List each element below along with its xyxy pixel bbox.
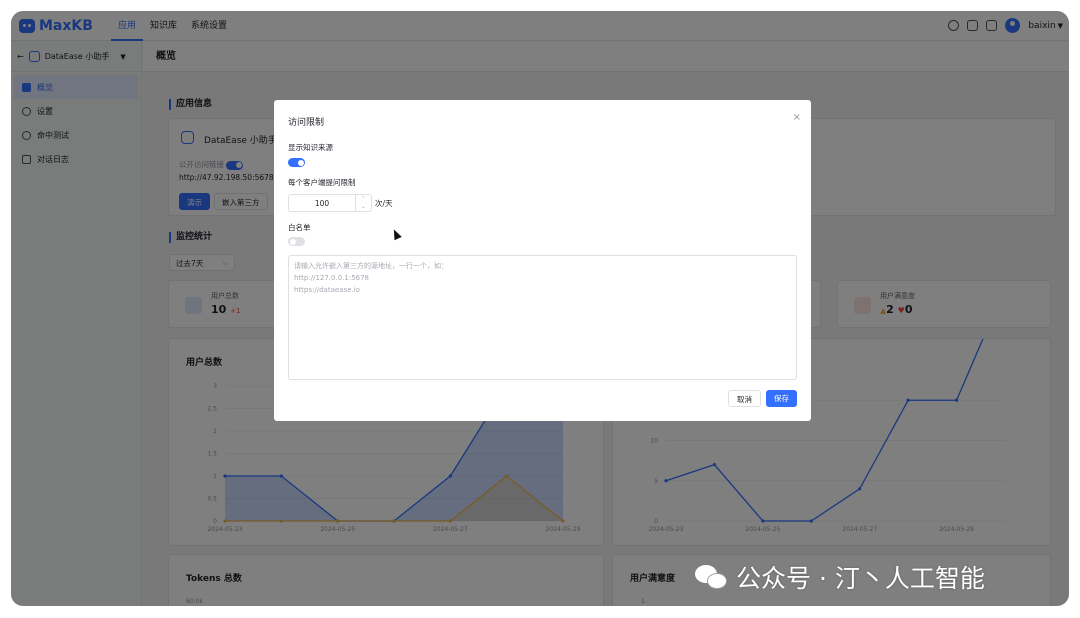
- chevron-up-icon[interactable]: ⌃: [361, 196, 365, 202]
- placeholder-line: https://dataease.io: [294, 286, 360, 294]
- wechat-icon: [695, 563, 729, 591]
- watermark-text: 公众号 · 汀丶人工智能: [736, 564, 985, 593]
- whitelist-textarea[interactable]: 请输入允许嵌入第三方的源地址，一行一个，如： http://127.0.0.1:…: [288, 255, 797, 380]
- save-button[interactable]: 保存: [766, 390, 797, 407]
- watermark: 公众号 · 汀丶人工智能: [695, 559, 985, 595]
- dialog-title: 访问限制: [288, 118, 325, 128]
- app-window: MaxKB 应用 知识库 系统设置 baixin ▼ ← DataEase 小助…: [11, 11, 1069, 606]
- limit-stepper[interactable]: 100 ⌃ ⌄: [288, 194, 372, 212]
- whitelist-toggle[interactable]: [288, 237, 305, 246]
- show-source-label: 显示知识来源: [288, 143, 333, 152]
- access-limit-dialog: 访问限制 × 显示知识来源 每个客户端提问限制 100 ⌃ ⌄ 次/天 白名单 请…: [274, 100, 811, 421]
- limit-unit: 次/天: [375, 199, 393, 208]
- stepper-arrows[interactable]: ⌃ ⌄: [355, 195, 371, 211]
- placeholder-line: 请输入允许嵌入第三方的源地址，一行一个，如：: [294, 262, 448, 270]
- whitelist-label: 白名单: [288, 223, 311, 232]
- chevron-down-icon[interactable]: ⌄: [361, 204, 365, 210]
- close-icon[interactable]: ×: [793, 112, 801, 123]
- placeholder-line: http://127.0.0.1:5678: [294, 274, 370, 282]
- show-source-toggle[interactable]: [288, 158, 305, 167]
- limit-label: 每个客户端提问限制: [288, 178, 356, 187]
- cancel-button[interactable]: 取消: [728, 390, 761, 407]
- limit-value: 100: [314, 199, 330, 208]
